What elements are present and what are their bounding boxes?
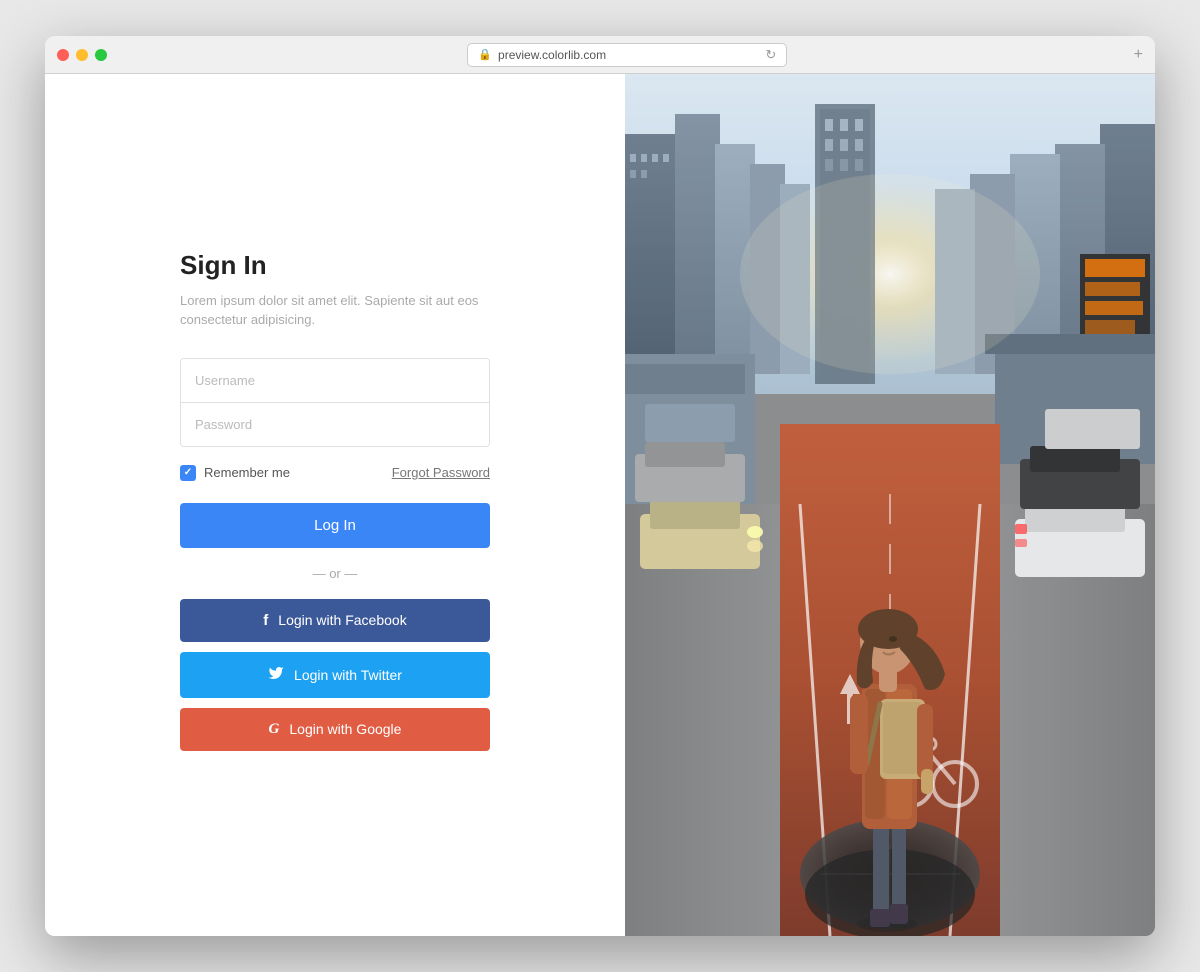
reload-icon[interactable]: ↻	[765, 47, 776, 63]
facebook-login-button[interactable]: f Login with Facebook	[180, 599, 490, 642]
forgot-password-link[interactable]: Forgot Password	[392, 465, 490, 480]
addressbar-container: 🔒 preview.colorlib.com ↻	[121, 43, 1134, 67]
page-description: Lorem ipsum dolor sit amet elit. Sapient…	[180, 291, 490, 330]
close-button[interactable]	[57, 49, 69, 61]
page-title: Sign In	[180, 250, 490, 281]
facebook-icon: f	[263, 612, 268, 629]
credentials-group	[180, 358, 490, 447]
username-input[interactable]	[181, 359, 489, 402]
password-input[interactable]	[181, 403, 489, 446]
twitter-button-label: Login with Twitter	[294, 667, 402, 683]
photo-panel	[625, 74, 1155, 936]
remember-me-label: Remember me	[204, 465, 290, 480]
titlebar: 🔒 preview.colorlib.com ↻ +	[45, 36, 1155, 74]
facebook-button-label: Login with Facebook	[278, 612, 406, 628]
twitter-login-button[interactable]: Login with Twitter	[180, 652, 490, 698]
form-options: ✓ Remember me Forgot Password	[180, 465, 490, 481]
page-content: Sign In Lorem ipsum dolor sit amet elit.…	[45, 74, 1155, 936]
city-photo	[625, 74, 1155, 936]
new-tab-button[interactable]: +	[1134, 46, 1143, 64]
browser-window: 🔒 preview.colorlib.com ↻ + Sign In Lorem…	[45, 36, 1155, 936]
google-icon: G	[269, 721, 280, 738]
minimize-button[interactable]	[76, 49, 88, 61]
twitter-icon	[268, 665, 284, 685]
google-login-button[interactable]: G Login with Google	[180, 708, 490, 751]
form-container: Sign In Lorem ipsum dolor sit amet elit.…	[180, 250, 490, 761]
checkmark-icon: ✓	[184, 467, 192, 478]
google-button-label: Login with Google	[289, 721, 401, 737]
login-panel: Sign In Lorem ipsum dolor sit amet elit.…	[45, 74, 625, 936]
login-button[interactable]: Log In	[180, 503, 490, 548]
url-text: preview.colorlib.com	[498, 48, 606, 62]
addressbar[interactable]: 🔒 preview.colorlib.com ↻	[467, 43, 787, 67]
remember-me-group: ✓ Remember me	[180, 465, 290, 481]
or-divider: — or —	[180, 566, 490, 581]
traffic-lights	[57, 49, 107, 61]
remember-me-checkbox[interactable]: ✓	[180, 465, 196, 481]
lock-icon: 🔒	[478, 48, 492, 61]
maximize-button[interactable]	[95, 49, 107, 61]
